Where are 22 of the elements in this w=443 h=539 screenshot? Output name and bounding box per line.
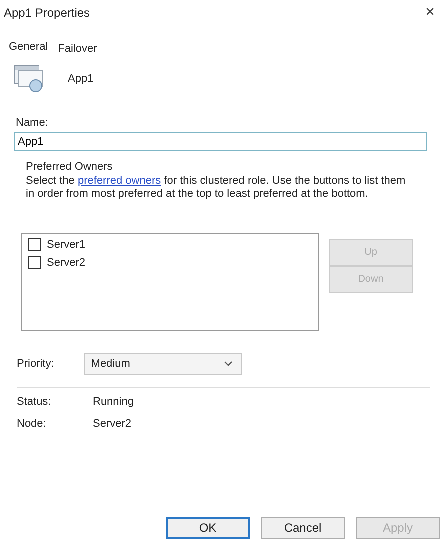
preferred-owners-link[interactable]: preferred owners bbox=[78, 175, 162, 187]
dialog-button[interactable]: OK bbox=[166, 517, 250, 539]
checkbox[interactable] bbox=[28, 256, 41, 269]
section-heading: Preferred Owners bbox=[26, 161, 114, 173]
close-button[interactable]: × bbox=[426, 4, 435, 22]
detail-value: Server2 bbox=[93, 418, 133, 430]
window-title: App1 Properties bbox=[4, 6, 90, 20]
dialog-button[interactable]: Cancel bbox=[261, 517, 345, 539]
role-name: App1 bbox=[68, 73, 94, 85]
application-window-icon bbox=[14, 65, 46, 93]
detail-label: Status: bbox=[17, 396, 52, 408]
name-label: Name: bbox=[16, 117, 50, 129]
detail-label: Node: bbox=[17, 418, 48, 430]
name-field[interactable]: App1 bbox=[14, 132, 427, 151]
priority-dropdown[interactable]: Medium bbox=[84, 353, 242, 375]
checkbox[interactable] bbox=[28, 238, 41, 251]
chevron-icon bbox=[224, 361, 234, 367]
priority-label: Priority: bbox=[17, 358, 54, 370]
detail-value: Running bbox=[93, 396, 135, 408]
owner-label: Server1 bbox=[47, 238, 86, 250]
owner-label: Server2 bbox=[47, 256, 86, 268]
description-text: Select the preferred owners for this clustered role. Use the buttons to list them in order from most preferred at the top to least preferred at the bottom. bbox=[26, 175, 407, 201]
